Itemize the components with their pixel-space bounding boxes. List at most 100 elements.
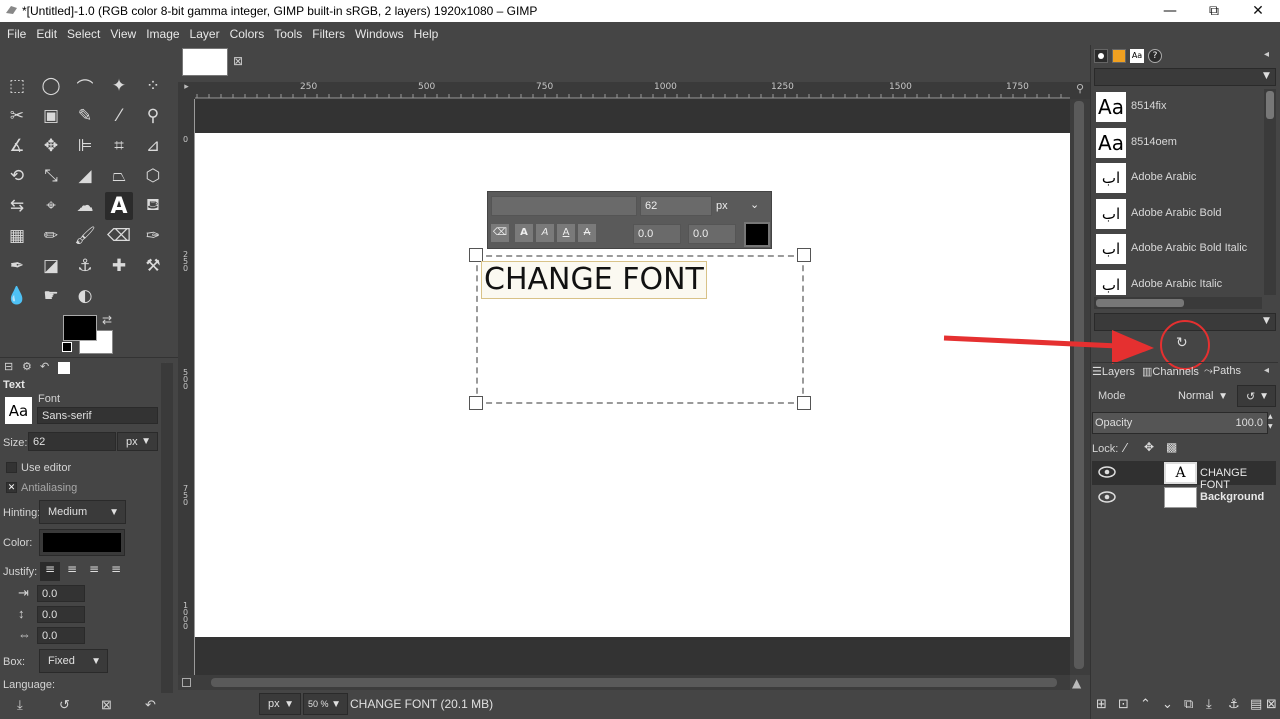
toggle-quick-mask-icon[interactable] [178, 675, 195, 690]
clone-tool-icon[interactable]: ⚓ [71, 252, 99, 280]
move-tool-icon[interactable]: ✥ [37, 132, 65, 160]
layer-mask-icon[interactable]: ▤ [1250, 697, 1262, 712]
font-list-hscroll[interactable] [1094, 297, 1262, 309]
tab-channels[interactable]: ▥Channels [1142, 365, 1199, 378]
restore-options-icon[interactable]: ↺ [59, 697, 70, 713]
delete-layer-icon[interactable]: ⊠ [1266, 697, 1277, 712]
undo-history-tab-icon[interactable]: ↶ [40, 360, 49, 373]
text-color-swatch[interactable] [744, 222, 770, 247]
font-list-item[interactable]: اب Adobe Arabic Bold [1094, 196, 1262, 232]
letter-spacing-field[interactable]: 0.0 [37, 627, 85, 644]
font-preview-icon[interactable]: Aa [5, 397, 32, 424]
toolbar-unit[interactable]: px [716, 196, 740, 216]
free-select-tool-icon[interactable]: ⌒ [71, 72, 99, 100]
lock-pixels-icon[interactable]: ⁄ [1124, 441, 1126, 455]
text-box-handle-tr[interactable] [797, 248, 811, 262]
zoom-tool-icon[interactable]: ⚲ [139, 102, 167, 130]
menu-select[interactable]: Select [62, 27, 105, 41]
vertical-scroll-thumb[interactable] [1074, 101, 1084, 669]
opacity-slider[interactable]: Opacity 100.0 [1092, 412, 1268, 434]
scale-tool-icon[interactable]: ⤡ [37, 162, 65, 190]
box-select[interactable]: Fixed ▼ [39, 649, 108, 673]
opacity-spin-arrows[interactable]: ▲ ▼ [1268, 412, 1277, 434]
italic-icon[interactable]: A [536, 224, 554, 242]
font-list-item[interactable]: Aa 8514oem [1094, 125, 1262, 161]
zoom-image-icon[interactable]: ▲ [1072, 676, 1081, 690]
close-button[interactable]: ✕ [1236, 0, 1280, 22]
reset-options-icon[interactable]: ↶ [145, 697, 156, 713]
clear-style-icon[interactable]: ⌫ [491, 224, 509, 242]
crop-tool-icon[interactable]: ⌗ [105, 132, 133, 160]
text-box-handle-tl[interactable] [469, 248, 483, 262]
foreground-color-swatch[interactable] [63, 315, 97, 341]
font-list-item[interactable]: اب Adobe Arabic Bold Italic [1094, 231, 1262, 267]
perspective-tool-icon[interactable]: ⏢ [105, 162, 133, 190]
font-list-item[interactable]: Aa 8514fix [1094, 89, 1262, 125]
size-field[interactable]: 62 [28, 432, 116, 451]
menu-help[interactable]: Help [409, 27, 444, 41]
menu-filters[interactable]: Filters [307, 27, 350, 41]
bold-icon[interactable]: A [515, 224, 533, 242]
swap-colors-icon[interactable]: ⇄ [102, 313, 112, 327]
menu-tools[interactable]: Tools [269, 27, 307, 41]
image-tab-thumbnail[interactable] [182, 48, 228, 76]
text-color-button[interactable] [39, 529, 125, 556]
horizontal-scroll-thumb[interactable] [211, 678, 1057, 687]
font-list-item[interactable]: اب Adobe Arabic [1094, 160, 1262, 196]
fonts-tab-icon[interactable]: Aa [1130, 49, 1144, 63]
warp-transform-tool-icon[interactable]: ☁ [71, 192, 99, 220]
justify-center-icon[interactable]: ≡ [84, 562, 104, 581]
ink-tool-icon[interactable]: ✒ [3, 252, 31, 280]
gradient-tool-icon[interactable]: ▦ [3, 222, 31, 250]
shear-tool-icon[interactable]: ◢ [71, 162, 99, 190]
close-tab-icon[interactable]: ⊠ [233, 54, 243, 68]
mypaint-brush-tool-icon[interactable]: ◪ [37, 252, 65, 280]
horizontal-scrollbar[interactable] [195, 675, 1070, 690]
bucket-fill-tool-icon[interactable]: ⛾ [139, 192, 167, 220]
rect-select-tool-icon[interactable]: ⬚ [3, 72, 31, 100]
configure-tab-icon[interactable]: ◂ [1264, 49, 1269, 60]
vertical-scrollbar[interactable] [1070, 99, 1090, 675]
lock-position-icon[interactable]: ✥ [1144, 440, 1154, 454]
toolbar-size-field[interactable]: 62 [640, 196, 712, 216]
device-status-tab-icon[interactable]: ⚙ [22, 360, 32, 373]
canvas-text-layer[interactable]: CHANGE FONT [481, 261, 707, 299]
measure-tool-icon[interactable]: ∡ [3, 132, 31, 160]
justify-fill-icon[interactable]: ≡ [106, 562, 126, 581]
brushes-tab-icon[interactable] [1094, 49, 1108, 63]
kerning-field[interactable]: 0.0 [688, 224, 736, 244]
menu-edit[interactable]: Edit [31, 27, 62, 41]
hinting-select[interactable]: Medium ▼ [39, 500, 126, 524]
zoom-select[interactable]: 50 % ▼ [303, 693, 348, 715]
delete-options-icon[interactable]: ⊠ [101, 697, 112, 713]
dodge-burn-tool-icon[interactable]: ◐ [71, 282, 99, 310]
navigate-icon[interactable]: ⚲ [1070, 82, 1090, 99]
underline-icon[interactable]: A [557, 224, 575, 242]
line-spacing-field[interactable]: 0.0 [37, 606, 85, 623]
unified-transform-tool-icon[interactable]: ⊿ [139, 132, 167, 160]
airbrush-tool-icon[interactable]: ✑ [139, 222, 167, 250]
new-layer-group-icon[interactable]: ⊡ [1118, 697, 1129, 712]
lock-alpha-icon[interactable]: ▩ [1166, 440, 1177, 454]
foreground-select-tool-icon[interactable]: ▣ [37, 102, 65, 130]
text-box-handle-bl[interactable] [469, 396, 483, 410]
color-select-tool-icon[interactable]: ⁘ [139, 72, 167, 100]
use-editor-checkbox[interactable] [6, 462, 17, 473]
chevron-down-icon[interactable]: ⌄ [750, 198, 759, 211]
flip-tool-icon[interactable]: ⇆ [3, 192, 31, 220]
mode-select[interactable]: Normal ▼ [1170, 385, 1234, 407]
menu-windows[interactable]: Windows [350, 27, 409, 41]
pencil-tool-icon[interactable]: ✏ [37, 222, 65, 250]
baseline-field[interactable]: 0.0 [633, 224, 681, 244]
menu-colors[interactable]: Colors [225, 27, 270, 41]
size-unit-select[interactable]: px ▼ [117, 432, 158, 451]
patterns-tab-icon[interactable] [1112, 49, 1126, 63]
visibility-eye-icon[interactable] [1098, 466, 1116, 478]
toolbar-font-field[interactable] [491, 196, 637, 216]
fuzzy-select-tool-icon[interactable]: ✦ [105, 72, 133, 100]
menu-file[interactable]: File [2, 27, 31, 41]
color-picker-tool-icon[interactable]: ⁄ [105, 102, 133, 130]
tab-layers[interactable]: ☰Layers [1092, 365, 1135, 378]
ellipse-select-tool-icon[interactable]: ◯ [37, 72, 65, 100]
tool-options-tab-icon[interactable]: ⊟ [4, 360, 13, 373]
